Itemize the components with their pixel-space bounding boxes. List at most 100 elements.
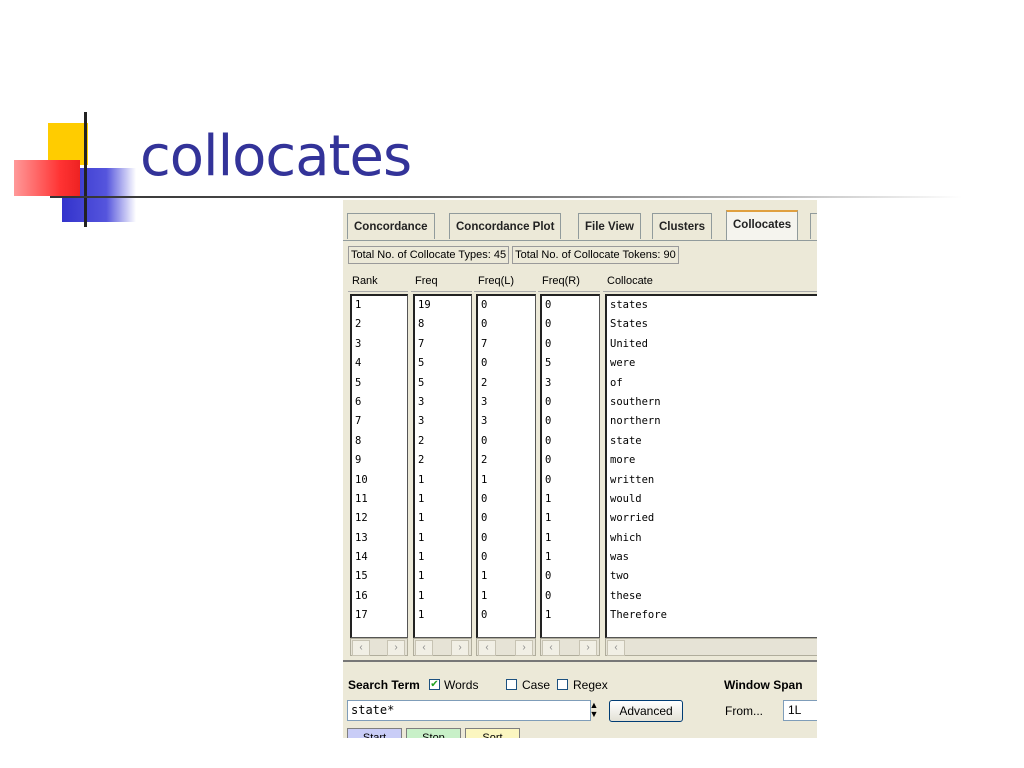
regex-checkbox[interactable]: [557, 679, 568, 690]
table-cell[interactable]: written: [607, 471, 817, 490]
table-cell[interactable]: 4: [352, 354, 407, 373]
table-cell[interactable]: 5: [415, 374, 471, 393]
table-cell[interactable]: 3: [478, 393, 535, 412]
table-cell[interactable]: 7: [352, 412, 407, 431]
case-checkbox[interactable]: [506, 679, 517, 690]
table-cell[interactable]: 0: [542, 432, 599, 451]
table-cell[interactable]: 9: [352, 451, 407, 470]
table-cell[interactable]: 10: [352, 471, 407, 490]
scroll-left-icon[interactable]: ‹: [478, 640, 496, 656]
table-cell[interactable]: 0: [478, 490, 535, 509]
sort-button[interactable]: Sort: [465, 728, 520, 738]
table-cell[interactable]: 0: [542, 412, 599, 431]
table-cell[interactable]: 13: [352, 529, 407, 548]
table-cell[interactable]: 16: [352, 587, 407, 606]
table-cell[interactable]: 1: [415, 529, 471, 548]
search-term-input[interactable]: state*: [347, 700, 591, 721]
table-cell[interactable]: southern: [607, 393, 817, 412]
collocate-list[interactable]: states States United were of southern northern…: [605, 294, 817, 638]
table-cell[interactable]: 1: [415, 548, 471, 567]
table-cell[interactable]: 1: [478, 587, 535, 606]
table-cell[interactable]: 5: [352, 374, 407, 393]
table-cell[interactable]: 0: [478, 432, 535, 451]
table-cell[interactable]: 17: [352, 606, 407, 625]
table-cell[interactable]: 2: [415, 432, 471, 451]
tab-file-view[interactable]: File View: [578, 213, 642, 239]
table-cell[interactable]: 15: [352, 567, 407, 586]
table-cell[interactable]: 0: [478, 529, 535, 548]
table-cell[interactable]: 2: [415, 451, 471, 470]
freq-left-hscrollbar[interactable]: ‹ ›: [476, 638, 536, 656]
table-cell[interactable]: 5: [415, 354, 471, 373]
table-cell[interactable]: which: [607, 529, 817, 548]
rank-list[interactable]: 1 2 3 4 5 6 7 8 9 10 11 12 13 14 15 16 17: [350, 294, 408, 638]
table-cell[interactable]: 1: [415, 509, 471, 528]
tab-concordance-plot[interactable]: Concordance Plot: [449, 213, 562, 239]
from-span-input[interactable]: 1L: [783, 700, 817, 721]
table-cell[interactable]: 0: [478, 509, 535, 528]
table-cell[interactable]: northern: [607, 412, 817, 431]
freq-left-list[interactable]: 00702330210000110: [476, 294, 536, 638]
rank-header[interactable]: Rank: [348, 270, 408, 292]
rank-hscrollbar[interactable]: ‹ ›: [350, 638, 408, 656]
table-cell[interactable]: 2: [478, 374, 535, 393]
table-cell[interactable]: of: [607, 374, 817, 393]
table-cell[interactable]: 0: [542, 451, 599, 470]
table-cell[interactable]: 1: [542, 509, 599, 528]
tab-clusters[interactable]: Clusters: [652, 213, 713, 239]
table-cell[interactable]: these: [607, 587, 817, 606]
table-cell[interactable]: 11: [352, 490, 407, 509]
table-cell[interactable]: 0: [542, 315, 599, 334]
table-cell[interactable]: 0: [478, 315, 535, 334]
table-cell[interactable]: 1: [542, 529, 599, 548]
table-cell[interactable]: 1: [415, 567, 471, 586]
table-cell[interactable]: 1: [542, 490, 599, 509]
table-cell[interactable]: 0: [542, 587, 599, 606]
table-cell[interactable]: 5: [542, 354, 599, 373]
scroll-right-icon[interactable]: ›: [387, 640, 405, 656]
table-cell[interactable]: 3: [415, 393, 471, 412]
table-cell[interactable]: 1: [415, 490, 471, 509]
tab-overflow[interactable]: [810, 213, 817, 239]
table-cell[interactable]: Therefore: [607, 606, 817, 625]
freq-list[interactable]: 19 8 7 5 5 3 3 2 2 1 1 1 1 1 1 1 1: [413, 294, 472, 638]
table-cell[interactable]: 6: [352, 393, 407, 412]
table-cell[interactable]: 0: [478, 548, 535, 567]
tab-collocates[interactable]: Collocates: [726, 210, 799, 240]
table-cell[interactable]: 1: [415, 606, 471, 625]
table-cell[interactable]: more: [607, 451, 817, 470]
freq-right-hscrollbar[interactable]: ‹ ›: [540, 638, 600, 656]
scroll-left-icon[interactable]: ‹: [607, 640, 625, 656]
scroll-left-icon[interactable]: ‹: [352, 640, 370, 656]
table-cell[interactable]: 3: [542, 374, 599, 393]
table-cell[interactable]: 0: [478, 354, 535, 373]
table-cell[interactable]: worried: [607, 509, 817, 528]
freq-left-header[interactable]: Freq(L): [474, 270, 536, 292]
table-cell[interactable]: 0: [542, 296, 599, 315]
table-cell[interactable]: 1: [478, 567, 535, 586]
words-checkbox[interactable]: ✔: [429, 679, 440, 690]
table-cell[interactable]: 1: [352, 296, 407, 315]
scroll-right-icon[interactable]: ›: [515, 640, 533, 656]
table-cell[interactable]: were: [607, 354, 817, 373]
table-cell[interactable]: 3: [415, 412, 471, 431]
table-cell[interactable]: 0: [478, 606, 535, 625]
collocate-hscrollbar[interactable]: ‹: [605, 638, 817, 656]
table-cell[interactable]: 0: [542, 567, 599, 586]
advanced-button[interactable]: Advanced: [609, 700, 683, 722]
start-button[interactable]: Start: [347, 728, 402, 738]
table-cell[interactable]: 3: [478, 412, 535, 431]
table-cell[interactable]: was: [607, 548, 817, 567]
table-cell[interactable]: 7: [478, 335, 535, 354]
freq-header[interactable]: Freq: [411, 270, 472, 292]
freq-hscrollbar[interactable]: ‹ ›: [413, 638, 472, 656]
stop-button[interactable]: Stop: [406, 728, 461, 738]
table-cell[interactable]: 1: [542, 548, 599, 567]
table-cell[interactable]: 14: [352, 548, 407, 567]
table-cell[interactable]: 1: [542, 606, 599, 625]
table-cell[interactable]: 1: [415, 587, 471, 606]
history-spinner-icon[interactable]: ▲ ▼: [587, 701, 601, 720]
table-cell[interactable]: 12: [352, 509, 407, 528]
table-cell[interactable]: 1: [478, 471, 535, 490]
collocate-header[interactable]: Collocate: [603, 270, 817, 292]
